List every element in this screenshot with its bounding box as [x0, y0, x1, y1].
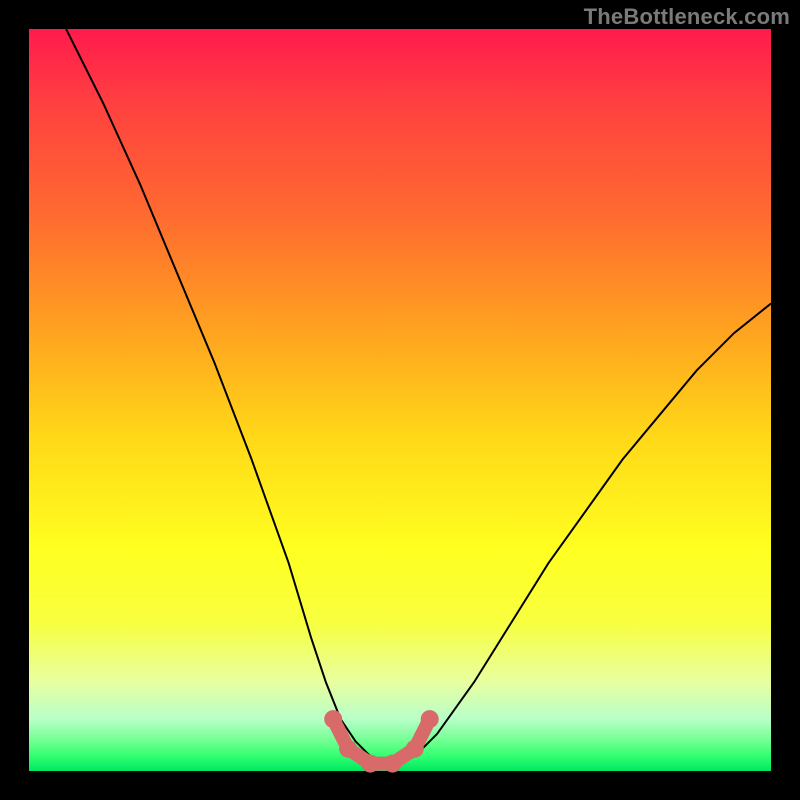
- optimal-dot: [324, 710, 342, 728]
- optimal-dot: [339, 740, 357, 758]
- optimal-dot: [361, 755, 379, 773]
- optimal-dot: [384, 755, 402, 773]
- optimal-dot: [421, 710, 439, 728]
- plot-area: [29, 29, 771, 771]
- watermark-text: TheBottleneck.com: [584, 4, 790, 30]
- bottleneck-curve: [66, 29, 771, 764]
- optimal-dot: [406, 740, 424, 758]
- curve-svg: [29, 29, 771, 771]
- chart-frame: TheBottleneck.com: [0, 0, 800, 800]
